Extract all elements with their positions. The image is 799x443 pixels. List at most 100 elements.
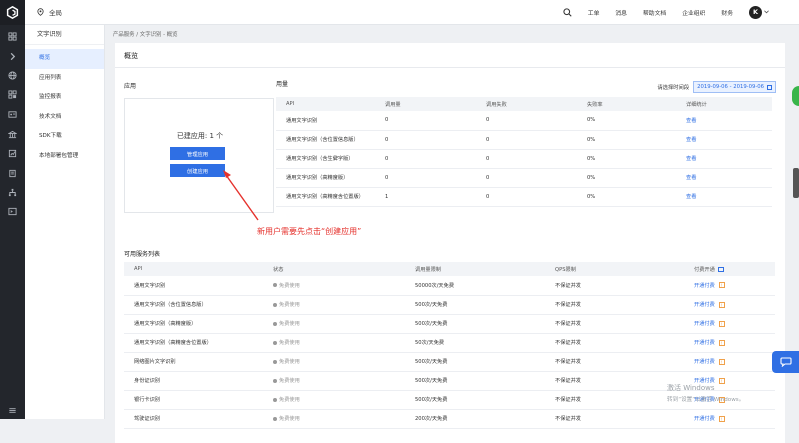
enable-paid-link[interactable]: 开通付费 xyxy=(694,359,715,365)
create-app-button[interactable]: 创建应用 xyxy=(170,164,225,177)
qps-limit: 不保证并发 xyxy=(545,276,684,296)
status-cell: 免费使用 xyxy=(263,276,405,296)
status-cell: 免费使用 xyxy=(263,314,405,334)
view-details-link[interactable]: 查看 xyxy=(676,130,772,150)
status-dot-icon xyxy=(273,340,277,345)
status-text: 免费使用 xyxy=(279,397,300,403)
paid-cell: 开通付费! xyxy=(684,352,775,372)
menu-enterprise-org[interactable]: 企业组织 xyxy=(682,8,705,17)
status-text: 免费使用 xyxy=(279,378,300,384)
info-icon[interactable]: ! xyxy=(718,339,725,346)
view-details-link[interactable]: 查看 xyxy=(676,149,772,169)
api-name: 通用文字识别 xyxy=(276,111,375,131)
floating-widget[interactable] xyxy=(792,86,799,106)
paid-cell: 开通付费! xyxy=(684,314,775,334)
subnav-item-tech-docs[interactable]: 技术文档 xyxy=(25,108,104,128)
menu-icon[interactable] xyxy=(7,405,18,416)
subnav-item-sdk-download[interactable]: SDK下载 xyxy=(25,127,104,147)
enable-paid-link[interactable]: 开通付费 xyxy=(694,302,715,308)
grid-icon[interactable] xyxy=(7,31,18,42)
api-name: 通用文字识别（含位置信息版） xyxy=(276,130,375,150)
chat-icon xyxy=(779,357,792,367)
subnav-item-overview[interactable]: 概览 xyxy=(25,49,104,69)
view-details-link[interactable]: 查看 xyxy=(676,187,772,207)
column-header: 付费开通 xyxy=(684,262,775,276)
column-header: 状态 xyxy=(263,262,405,276)
table-row: 通用文字识别（高精度版） 免费使用 500次/天免费 不保证并发 开通付费! xyxy=(124,314,775,334)
info-icon[interactable]: ! xyxy=(718,301,725,308)
services-table: API 状态 调用量限制 QPS限制 付费开通 通用文字识别 免费使用 50000次… xyxy=(124,262,775,429)
status-cell: 免费使用 xyxy=(263,390,405,410)
status-cell: 免费使用 xyxy=(263,295,405,315)
product-title: 文字识别 xyxy=(25,25,104,45)
region-selector[interactable]: 全局 xyxy=(37,7,62,17)
terminal-icon[interactable] xyxy=(7,206,18,217)
table-row: 通用文字识别（含位置信息版） 免费使用 500次/天免费 不保证并发 开通付费! xyxy=(124,295,775,315)
view-details-link[interactable]: 查看 xyxy=(676,168,772,188)
user-menu[interactable]: K xyxy=(749,5,769,19)
menu-messages[interactable]: 消息 xyxy=(615,8,627,17)
status-dot-icon xyxy=(273,321,277,326)
main-content: 产品服务 / 文字识别 - 概览 概览 应用 已建应用: 1 个 管理应用 创建… xyxy=(105,25,799,443)
bank-icon[interactable] xyxy=(7,129,18,140)
table-row: 通用文字识别（高精度含位置版） 1 0 0% 查看 xyxy=(276,187,772,207)
edit-icon[interactable] xyxy=(717,266,724,272)
api-name: 通用文字识别（高精度版） xyxy=(276,168,375,188)
chevron-right-icon[interactable] xyxy=(7,51,18,62)
report-icon[interactable] xyxy=(7,148,18,159)
info-icon[interactable]: ! xyxy=(718,358,725,365)
fail-rate: 0% xyxy=(577,187,676,207)
call-limit: 50次/天免费 xyxy=(405,333,545,353)
id-card-icon[interactable] xyxy=(7,109,18,120)
region-label: 全局 xyxy=(49,9,62,17)
services-table-header: API 状态 调用量限制 QPS限制 付费开通 xyxy=(124,262,775,276)
subnav-item-app-list[interactable]: 应用列表 xyxy=(25,69,104,89)
info-icon[interactable]: ! xyxy=(718,320,725,327)
menu-help-docs[interactable]: 帮助文档 xyxy=(643,8,666,17)
call-limit: 500次/天免费 xyxy=(405,314,545,334)
fail-rate: 0% xyxy=(577,111,676,131)
info-icon[interactable]: ! xyxy=(718,377,725,384)
enable-paid-link[interactable]: 开通付费 xyxy=(694,321,715,327)
column-header: API xyxy=(276,97,375,111)
cloud-logo-icon[interactable] xyxy=(0,0,25,25)
status-text: 免费使用 xyxy=(279,302,300,308)
fail-count: 0 xyxy=(476,149,577,169)
qps-limit: 不保证并发 xyxy=(545,314,684,334)
globe-icon[interactable] xyxy=(7,70,18,81)
calendar-icon xyxy=(767,84,772,90)
manage-apps-button[interactable]: 管理应用 xyxy=(170,147,225,160)
call-limit: 500次/天免费 xyxy=(405,295,545,315)
subnav-item-monitoring[interactable]: 监控报表 xyxy=(25,88,104,108)
scrollbar[interactable] xyxy=(793,168,799,198)
chevron-down-icon xyxy=(764,10,769,14)
enable-paid-link[interactable]: 开通付费 xyxy=(694,283,715,289)
status-cell: 免费使用 xyxy=(263,352,405,372)
enable-paid-link[interactable]: 开通付费 xyxy=(694,416,715,422)
column-header: 调用失败 xyxy=(476,97,577,111)
call-count: 0 xyxy=(375,149,476,169)
date-range-picker[interactable]: 请选择时间段 2019-09-06 - 2019-09-06 xyxy=(657,81,776,93)
menu-finance[interactable]: 财务 xyxy=(721,8,733,17)
grid-icon[interactable] xyxy=(7,89,18,100)
enable-paid-link[interactable]: 开通付费 xyxy=(694,340,715,346)
menu-ticket[interactable]: 工单 xyxy=(588,8,600,17)
hierarchy-icon[interactable] xyxy=(7,187,18,198)
view-details-link[interactable]: 查看 xyxy=(676,111,772,131)
search-icon[interactable] xyxy=(563,7,572,17)
api-name: 通用文字识别（含位置信息版） xyxy=(124,295,263,315)
table-row: 通用文字识别 免费使用 50000次/天免费 不保证并发 开通付费! xyxy=(124,276,775,296)
product-rail xyxy=(0,25,25,419)
status-dot-icon xyxy=(273,378,277,383)
qps-limit: 不保证并发 xyxy=(545,352,684,372)
call-count: 0 xyxy=(375,168,476,188)
status-cell: 免费使用 xyxy=(263,371,405,391)
book-icon[interactable] xyxy=(7,168,18,179)
api-name: 通用文字识别（高精度版） xyxy=(124,314,263,334)
date-range-field[interactable]: 2019-09-06 - 2019-09-06 xyxy=(693,81,776,93)
info-icon[interactable]: ! xyxy=(718,282,725,289)
qps-limit: 不保证并发 xyxy=(545,390,684,410)
sub-navigation: 文字识别 概览 应用列表 监控报表 技术文档 SDK下载 本地部署包管理 xyxy=(25,25,105,419)
customer-service-button[interactable] xyxy=(772,351,799,373)
subnav-item-local-deploy[interactable]: 本地部署包管理 xyxy=(25,147,104,167)
